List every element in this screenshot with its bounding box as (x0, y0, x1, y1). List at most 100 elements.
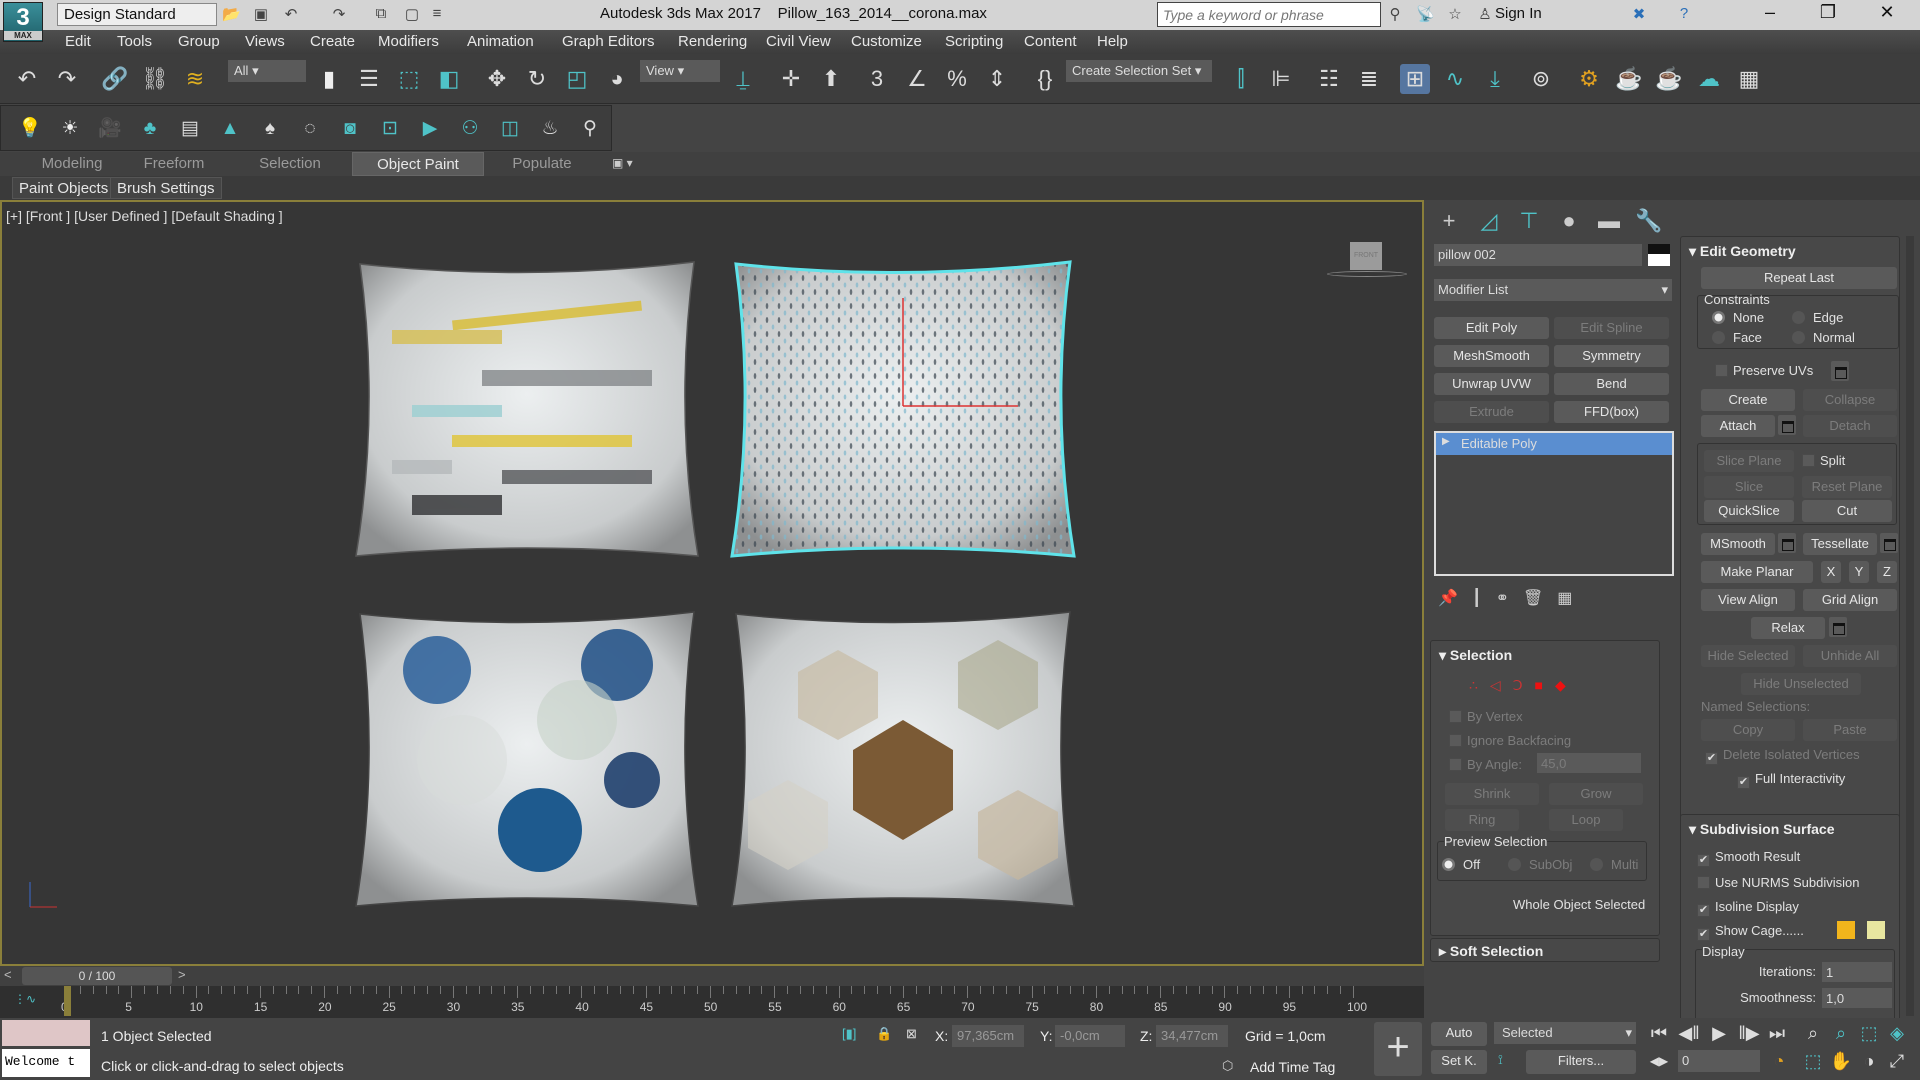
cage-color-swatch-2[interactable] (1867, 921, 1885, 939)
zoom-extents-icon[interactable]: ⬚ (1856, 1020, 1882, 1046)
redo-icon[interactable]: ↷ (330, 5, 348, 23)
repeat-last-button[interactable]: Repeat Last (1701, 267, 1897, 289)
selection-rollout-header[interactable]: ▾ Selection (1439, 647, 1512, 664)
tessellate-settings-icon[interactable] (1880, 533, 1898, 553)
light-icon[interactable]: 💡 (17, 116, 43, 142)
zoom-all-icon[interactable]: ⌕ (1828, 1020, 1854, 1046)
paint-objects-panel[interactable]: Paint Objects (12, 177, 116, 199)
bind-space-warp-icon[interactable]: ≋ (180, 64, 210, 94)
zoom-icon[interactable]: ⌕ (1800, 1020, 1826, 1046)
edit-named-selection-icon[interactable]: {} (1030, 64, 1060, 94)
show-cage-checkbox[interactable]: ✔ Show Cage...... (1697, 923, 1804, 941)
interactive-render-icon[interactable]: ▶ (417, 116, 443, 142)
pillow-hexagons[interactable] (731, 611, 1075, 907)
cut-button[interactable]: Cut (1802, 500, 1892, 522)
proxy-export-icon[interactable]: ♠ (257, 116, 283, 142)
shrink-button[interactable]: Shrink (1445, 783, 1539, 805)
loop-button[interactable]: Loop (1549, 809, 1623, 831)
redo-icon[interactable]: ↷ (52, 64, 82, 94)
workspace-dropdown[interactable]: Design Standard (57, 3, 217, 26)
utilities-tab-icon[interactable]: 🔧 (1630, 206, 1668, 236)
orbit-icon[interactable]: ◑ (1856, 1048, 1882, 1074)
absolute-mode-icon[interactable]: ⊠ (906, 1026, 917, 1042)
set-key-button[interactable]: Set K. (1431, 1050, 1487, 1074)
make-unique-icon[interactable]: ⚭ (1496, 590, 1523, 607)
camera-icon[interactable]: 🎥 (97, 116, 123, 142)
percent-snap-icon[interactable]: % (942, 64, 972, 94)
ribbon-toggle-icon[interactable]: ⊞ (1400, 64, 1430, 94)
menu-help[interactable]: Help (1097, 33, 1128, 50)
planar-y-button[interactable]: Y (1849, 561, 1869, 583)
preview-multi-radio[interactable]: Multi (1590, 857, 1638, 872)
use-nurms-checkbox[interactable]: Use NURMS Subdivision (1697, 875, 1860, 890)
remove-modifier-icon[interactable]: 🗑 (1523, 590, 1557, 607)
curve-editor-mini-icon[interactable]: ⋮∿ (14, 992, 36, 1006)
scene-explorer-icon[interactable]: ☷ (1314, 64, 1344, 94)
tessellate-button[interactable]: Tessellate (1803, 533, 1877, 555)
slice-button[interactable]: Slice (1704, 476, 1794, 498)
auto-key-button[interactable]: Auto (1431, 1022, 1487, 1046)
tab-selection[interactable]: Selection (226, 152, 354, 176)
save-icon[interactable]: ▣ (252, 5, 270, 23)
hide-unselected-button[interactable]: Hide Unselected (1741, 673, 1861, 695)
relax-button[interactable]: Relax (1751, 617, 1825, 639)
communication-icon[interactable]: 📡 (1416, 5, 1435, 23)
pillow-blue-circles[interactable] (355, 611, 699, 907)
exchange-x-icon[interactable]: ✖ (1630, 5, 1648, 23)
planar-x-button[interactable]: X (1821, 561, 1841, 583)
z-coordinate-field[interactable]: 34,477cm (1156, 1025, 1228, 1047)
menu-customize[interactable]: Customize (851, 33, 922, 50)
track-bar[interactable]: ⋮∿ 0510152025303540455055606570758085909… (0, 986, 1424, 1018)
configure-modifier-sets-icon[interactable]: ▦ (1557, 590, 1586, 607)
menu-tools[interactable]: Tools (117, 33, 152, 50)
pin-stack-icon[interactable]: 📌 (1438, 590, 1472, 607)
soft-selection-rollout[interactable]: ▸ Soft Selection (1430, 938, 1660, 962)
menu-rendering[interactable]: Rendering (678, 33, 747, 50)
modifier-list-dropdown[interactable]: Modifier List ▾ (1434, 279, 1672, 301)
subdivision-surface-header[interactable]: ▾ Subdivision Surface (1689, 821, 1835, 838)
display-tab-icon[interactable]: ▬ (1590, 206, 1628, 236)
help-icon[interactable]: ? (1675, 5, 1693, 23)
current-frame-marker[interactable] (64, 986, 71, 1016)
msmooth-settings-icon[interactable] (1778, 533, 1796, 553)
object-color-swatch[interactable] (1648, 244, 1670, 266)
add-time-tag[interactable]: Add Time Tag (1250, 1059, 1335, 1075)
pillow-dots-selected[interactable] (730, 260, 1076, 558)
command-panel-scrollbar[interactable] (1906, 236, 1914, 1016)
symmetry-button[interactable]: Symmetry (1554, 345, 1669, 367)
render-setup-icon[interactable]: ⚙ (1574, 64, 1604, 94)
key-mode-dropdown[interactable]: Selected ▾ (1494, 1022, 1636, 1044)
attach-button[interactable]: Attach (1701, 415, 1775, 437)
zoom-region-icon[interactable]: ⬚ (1800, 1048, 1826, 1074)
hide-selected-button[interactable]: Hide Selected (1701, 645, 1795, 667)
link-icon[interactable]: 🔗 (100, 64, 130, 94)
selection-lock-icon[interactable]: 🔒 (876, 1026, 892, 1042)
light-lister-icon[interactable]: ⚲ (577, 116, 603, 142)
key-mode-plus-icon[interactable]: + (1374, 1022, 1422, 1076)
menu-views[interactable]: Views (245, 33, 285, 50)
tab-freeform[interactable]: Freeform (110, 152, 238, 176)
minimize-button[interactable]: – (1750, 2, 1790, 28)
create-tab-icon[interactable]: + (1430, 206, 1468, 236)
scale-icon[interactable]: ◰ (562, 64, 592, 94)
customize-qat-icon[interactable]: ≡ (428, 5, 446, 23)
play-icon[interactable]: ▶ (1706, 1020, 1732, 1046)
menu-scripting[interactable]: Scripting (945, 33, 1003, 50)
render-region-icon[interactable]: ⊡ (377, 116, 403, 142)
time-slider[interactable]: < 0 / 100 > (0, 966, 1424, 986)
next-frame-icon[interactable]: > (178, 967, 186, 982)
tab-object-paint[interactable]: Object Paint (352, 152, 484, 176)
maxscript-mini-listener[interactable] (2, 1020, 90, 1046)
named-selection-set-dropdown[interactable]: Create Selection Set ▾ (1066, 60, 1212, 82)
menu-group[interactable]: Group (178, 33, 220, 50)
full-interactivity-checkbox[interactable]: ✔ Full Interactivity (1737, 771, 1845, 789)
expand-icon[interactable]: ▶ (1442, 436, 1450, 447)
border-level-icon[interactable]: Ↄ (1513, 677, 1535, 693)
smoothness-spinner[interactable]: 1,0 (1822, 988, 1892, 1008)
delete-isolated-vertices-checkbox[interactable]: ✔ Delete Isolated Vertices (1705, 747, 1860, 765)
isoline-display-checkbox[interactable]: ✔ Isoline Display (1697, 899, 1799, 917)
sign-in-button[interactable]: Sign In (1495, 5, 1542, 22)
edit-spline-button[interactable]: Edit Spline (1554, 317, 1669, 339)
close-button[interactable]: ✕ (1867, 2, 1907, 28)
material-editor-icon[interactable]: ⊚ (1526, 64, 1556, 94)
